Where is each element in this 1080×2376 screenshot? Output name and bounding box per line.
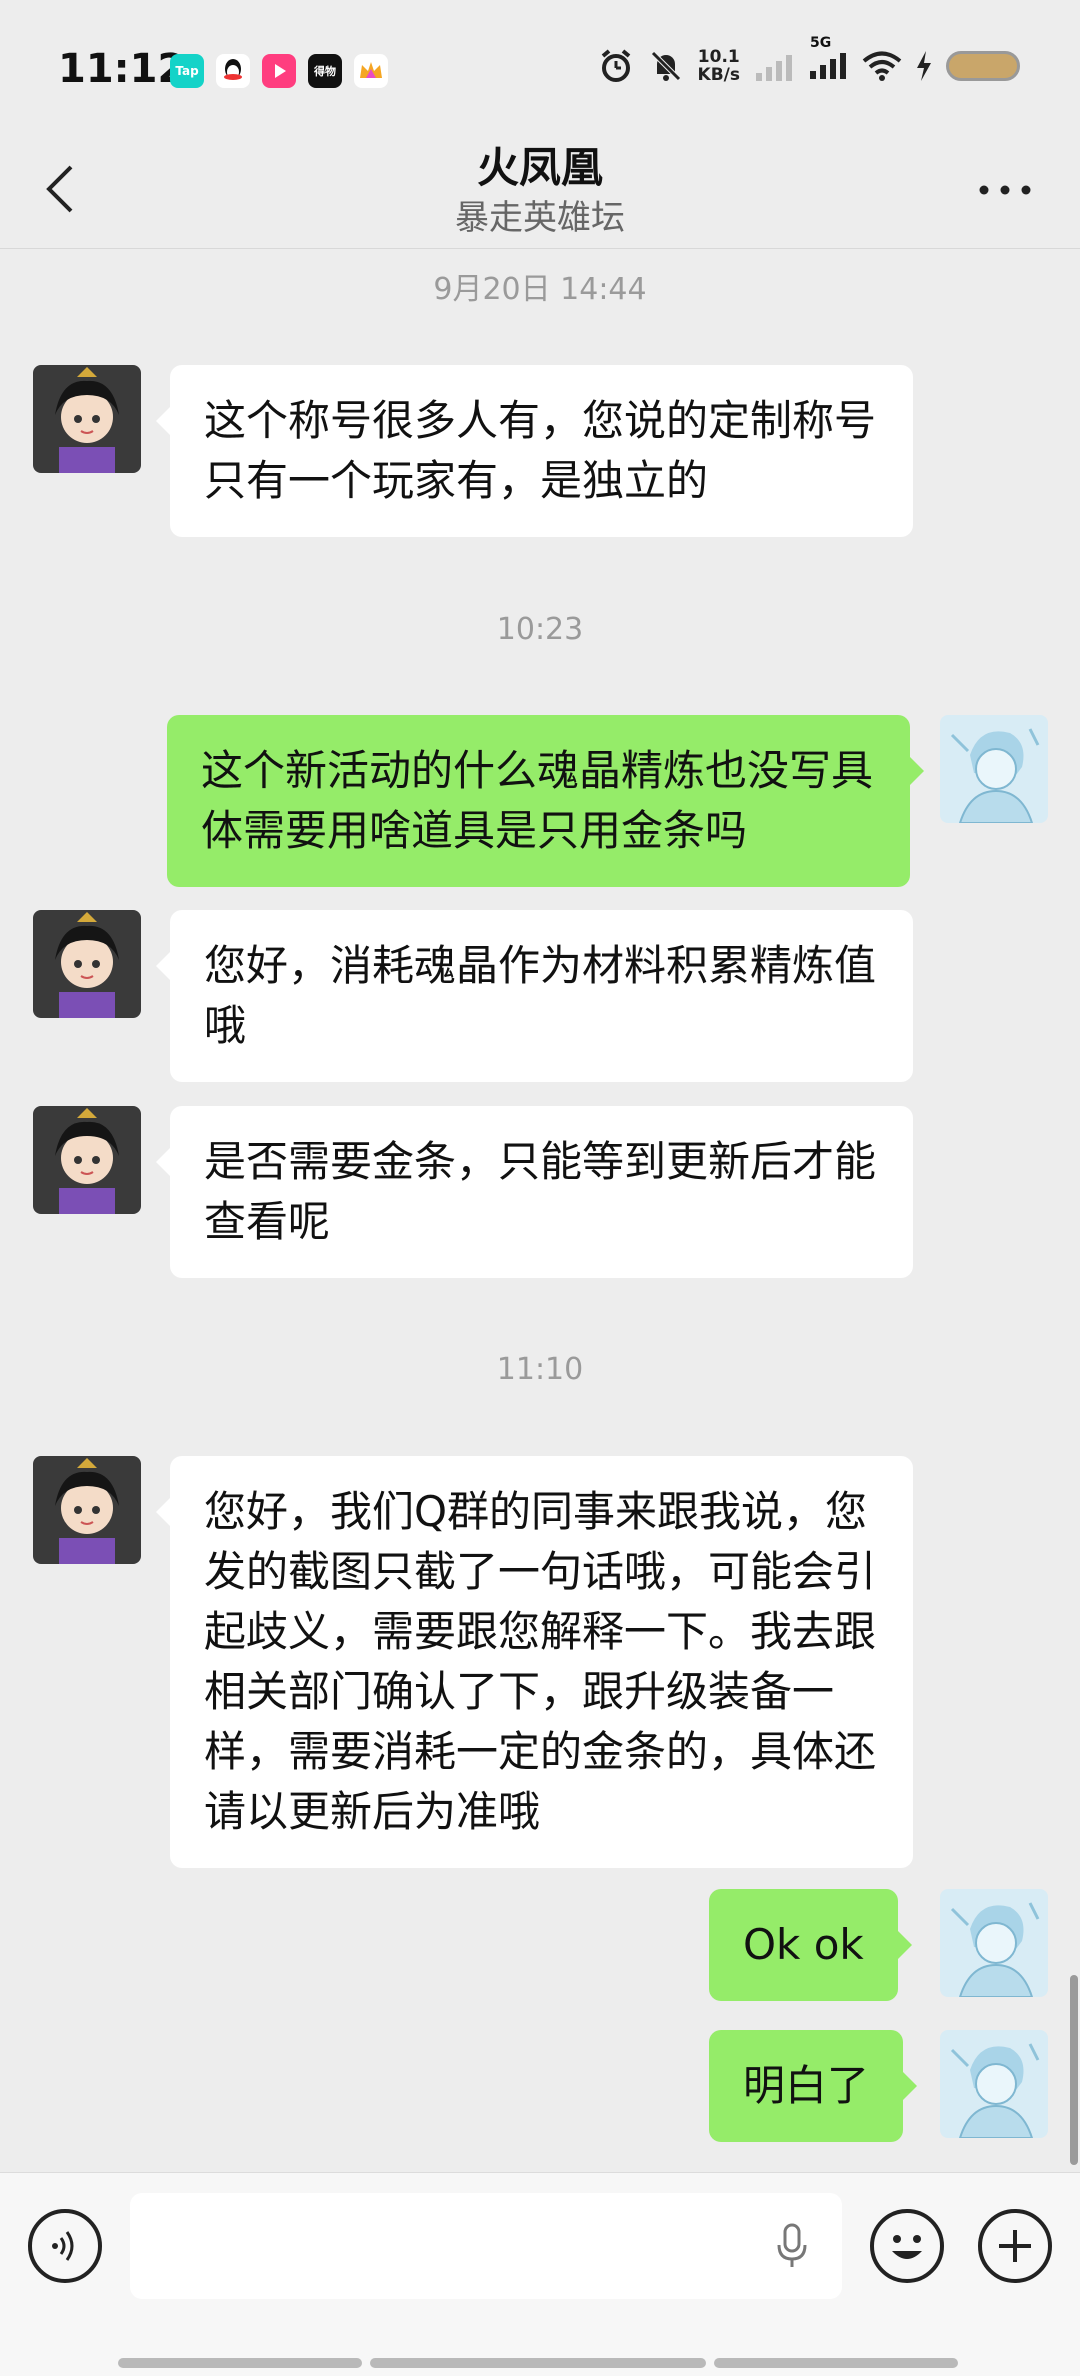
status-bar: 11:12 Tap 得物 10.1 KB/s 5G — [0, 0, 1080, 140]
user-avatar[interactable] — [940, 1889, 1048, 1997]
chat-scrollbar[interactable] — [1070, 1975, 1078, 2165]
mute-bell-icon — [650, 51, 681, 81]
chat-title: 火凤凰 — [476, 143, 603, 192]
status-notification-icons: Tap 得物 — [170, 54, 388, 88]
signal-5g: 5G — [808, 35, 848, 83]
message-bubble-incoming[interactable]: 这个称号很多人有，您说的定制称号只有一个玩家有，是独立的 — [156, 365, 913, 537]
timestamp: 10:23 — [496, 612, 584, 647]
nav-bar-segment — [714, 2358, 958, 2368]
chat-subtitle: 暴走英雄坛 — [455, 198, 625, 238]
more-functions-button[interactable] — [978, 2209, 1052, 2283]
message-bubble-outgoing[interactable]: Ok ok — [709, 1889, 912, 2001]
crown-app-icon — [354, 54, 388, 88]
message-text: 您好，我们Q群的同事来跟我说，您发的截图只截了一句话哦，可能会引起歧义，需要跟您… — [204, 1487, 877, 1836]
message-text: 这个称号很多人有，您说的定制称号只有一个玩家有，是独立的 — [204, 396, 877, 505]
status-time: 11:12 — [58, 46, 186, 92]
message-text: Ok ok — [743, 1920, 864, 1969]
battery-icon — [946, 51, 1020, 81]
alarm-icon — [601, 49, 630, 82]
message-bubble-outgoing[interactable]: 明白了 — [709, 2030, 918, 2142]
message-text: 明白了 — [743, 2061, 870, 2110]
chat-header: 火凤凰 暴走英雄坛 — [0, 130, 1080, 250]
taptap-icon: Tap — [170, 54, 204, 88]
message-input-bar — [0, 2172, 1080, 2376]
voice-mode-button[interactable] — [28, 2209, 102, 2283]
message-bubble-incoming[interactable]: 是否需要金条，只能等到更新后才能查看呢 — [156, 1106, 913, 1278]
video-app-icon — [262, 54, 296, 88]
user-avatar[interactable] — [940, 2030, 1048, 2138]
contact-avatar[interactable] — [33, 910, 141, 1018]
contact-avatar[interactable] — [33, 1106, 141, 1214]
gesture-nav-bar — [118, 2358, 958, 2368]
charging-icon — [917, 51, 931, 81]
message-bubble-incoming[interactable]: 您好，我们Q群的同事来跟我说，您发的截图只截了一句话哦，可能会引起歧义，需要跟您… — [156, 1456, 913, 1868]
nav-bar-segment — [118, 2358, 362, 2368]
emoji-face-icon — [892, 2235, 922, 2259]
header-divider — [0, 248, 1080, 249]
microphone-icon[interactable] — [775, 2223, 809, 2269]
message-bubble-incoming[interactable]: 您好，消耗魂晶作为材料积累精炼值哦 — [156, 910, 913, 1082]
timestamp: 9月20日 14:44 — [433, 272, 647, 307]
message-text: 这个新活动的什么魂晶精炼也没写具体需要用啥道具是只用金条吗 — [201, 746, 874, 855]
message-input[interactable] — [130, 2193, 842, 2299]
more-dots-icon — [979, 185, 1031, 195]
signal-weak-icon — [756, 55, 792, 81]
message-text: 是否需要金条，只能等到更新后才能查看呢 — [204, 1137, 877, 1246]
voice-wave-icon — [52, 2231, 74, 2261]
status-right-icons: 10.1 KB/s 5G — [598, 35, 1020, 85]
nav-bar-segment — [370, 2358, 706, 2368]
user-avatar[interactable] — [940, 715, 1048, 823]
signal-strong-icon — [810, 53, 846, 79]
net-speed: 10.1 KB/s — [697, 47, 740, 85]
contact-avatar[interactable] — [33, 1456, 141, 1564]
plus-icon — [999, 2230, 1031, 2262]
message-text: 您好，消耗魂晶作为材料积累精炼值哦 — [204, 941, 877, 1050]
dewu-app-icon: 得物 — [308, 54, 342, 88]
contact-avatar[interactable] — [33, 365, 141, 473]
message-bubble-outgoing[interactable]: 这个新活动的什么魂晶精炼也没写具体需要用啥道具是只用金条吗 — [167, 715, 924, 887]
wifi-icon — [862, 51, 902, 81]
emoji-button[interactable] — [870, 2209, 944, 2283]
qq-icon — [216, 54, 250, 88]
timestamp: 11:10 — [496, 1352, 584, 1387]
more-options-button[interactable] — [970, 160, 1040, 220]
